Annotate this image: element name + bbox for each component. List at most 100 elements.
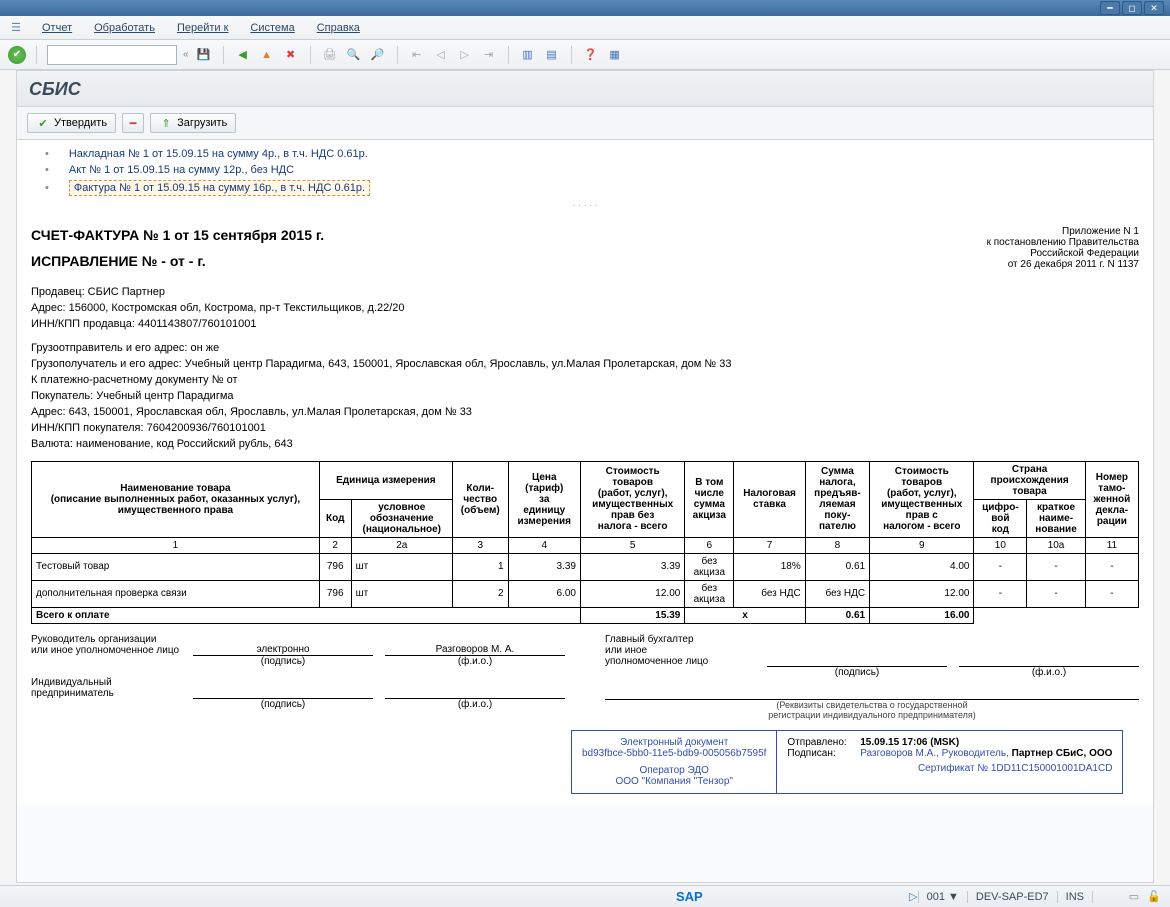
layout-icon[interactable]: ▦ [606,46,624,64]
misc-block: Грузоотправитель и его адрес: он же Груз… [31,341,1139,453]
ip-fio [385,687,565,699]
next-page-icon[interactable]: ▷ [456,46,474,64]
status-icon1[interactable]: ▭ [1126,889,1142,905]
panel-title: СБИС [17,71,1153,107]
edoc-line: Электронный документ [582,737,766,748]
command-field[interactable] [47,45,177,65]
remove-button[interactable]: ━ [122,113,144,133]
find-next-icon[interactable]: 🔎 [369,46,387,64]
menu-system[interactable]: Система [246,20,298,36]
window-titlebar: ━ ◻ ✕ [0,0,1170,16]
back-icon[interactable]: ◀ [234,46,252,64]
caption: (подпись) [193,656,373,667]
close-button[interactable]: ✕ [1144,1,1164,15]
col-decl: Номер тамо- женной декла- рации [1085,461,1138,537]
print-icon[interactable]: 🖨 [321,46,339,64]
minus-icon: ━ [130,116,137,130]
arrow-icon[interactable]: ▷ [909,890,917,903]
separator [571,46,572,64]
last-page-icon[interactable]: ⇥ [480,46,498,64]
list-item[interactable]: •Накладная № 1 от 15.09.15 на сумму 4р.,… [45,146,1125,162]
status-mode: INS [1057,891,1092,903]
table-row: Тестовый товар796шт13.393.39без акциза18… [32,553,1139,580]
doc-link[interactable]: Акт № 1 от 15.09.15 на сумму 12р., без Н… [69,164,294,176]
edoc-info: Электронный документ bd93fbce-5bb0-11e5-… [571,730,1139,794]
seller-line: Продавец: СБИС Партнер [31,285,1139,301]
maximize-button[interactable]: ◻ [1122,1,1142,15]
save-icon[interactable]: 💾 [195,46,213,64]
edoc-right: Отправлено: 15.09.15 17:06 (MSK) Подписа… [776,730,1123,794]
upload-icon: ⇑ [159,116,173,130]
ip-requisites [605,688,1139,700]
menu-goto[interactable]: Перейти к [173,20,232,36]
menu-process[interactable]: Обработать [90,20,159,36]
upload-button[interactable]: ⇑ Загрузить [150,113,236,133]
misc-line: Адрес: 643, 150001, Ярославская обл, Яро… [31,405,1139,421]
sent-label: Отправлено: [787,737,857,748]
col-origin-name: краткое наиме- нование [1027,499,1086,537]
misc-line: Покупатель: Учебный центр Парадигма [31,389,1139,405]
first-page-icon[interactable]: ⇤ [408,46,426,64]
window2-icon[interactable]: ▤ [543,46,561,64]
annex-line: от 26 декабря 2011 г. N 1137 [987,259,1139,270]
up-icon[interactable]: ▲ [258,46,276,64]
acc-signature [767,655,947,667]
seller-line: ИНН/КПП продавца: 4401143807/760101001 [31,317,1139,333]
separator [508,46,509,64]
doc-link[interactable]: Накладная № 1 от 15.09.15 на сумму 4р., … [69,148,368,160]
invoice-annex: Приложение N 1 к постановлению Правитель… [987,226,1139,270]
status-system: DEV-SAP-ED7 [967,891,1057,903]
minimize-button[interactable]: ━ [1100,1,1120,15]
content-area: СБИС ✔ Утвердить ━ ⇑ Загрузить • Накладна… [16,70,1154,883]
cancel-icon[interactable]: ✖ [282,46,300,64]
list-item[interactable]: • Акт № 1 от 15.09.15 на сумму 12р., без … [45,162,1125,178]
document-list: • Накладная № 1 от 15.09.15 на сумму 4р.,… [17,140,1153,216]
separator [36,46,37,64]
status-icon2[interactable]: 🔓 [1146,889,1162,905]
sap-logo: SAP [676,889,703,904]
check-icon: ✔ [36,116,50,130]
ip-signature [193,687,373,699]
separator [397,46,398,64]
accept-icon[interactable]: ✔ [8,46,26,64]
prev-page-icon[interactable]: ◁ [432,46,450,64]
table-row: дополнительная проверка связи796шт26.001… [32,580,1139,607]
col-taxrate: Налоговая ставка [734,461,805,537]
menu-help[interactable]: Справка [313,20,364,36]
col-cost-notax: Стоимость товаров (работ, услуг), имущес… [580,461,684,537]
status-empty [1092,891,1122,903]
find-icon[interactable]: 🔍 [345,46,363,64]
items-table: Наименование товара (описание выполненны… [31,461,1139,624]
window1-icon[interactable]: ▥ [519,46,537,64]
bullet-icon: • [45,164,49,176]
doc-link-active[interactable]: Фактура № 1 от 15.09.15 на сумму 16р., в… [69,180,370,196]
colnum-row: 122а34567891010а11 [32,537,1139,553]
col-unit: Единица измерения [319,461,452,499]
acc-fio [959,655,1139,667]
invoice-number-line: СЧЕТ-ФАКТУРА № 1 от 15 сентября 2015 г. [31,226,324,246]
status-bar: SAP ▷ 001 ▼ DEV-SAP-ED7 INS ▭ 🔓 [0,885,1170,907]
signature-block: Руководитель организации или иное уполно… [31,634,1139,720]
sent-value: 15.09.15 17:06 (MSK) [860,737,959,748]
splitter-handle[interactable]: · · · · · [45,198,1125,210]
list-item[interactable]: •Фактура № 1 от 15.09.15 на сумму 16р., … [45,178,1125,198]
caption: (ф.и.о.) [959,667,1139,678]
separator [223,46,224,64]
help-icon[interactable]: ❓ [582,46,600,64]
misc-line: Грузополучатель и его адрес: Учебный цен… [31,357,1139,373]
signed-value: Разговоров М.А., Руководитель, Партнер С… [860,748,1112,759]
head-signature: электронно [193,644,373,656]
menu-toggle-icon[interactable]: ☰ [8,20,24,36]
menu-report[interactable]: Отчет [38,20,76,36]
edoc-line: ООО "Компания "Тензор" [582,776,766,787]
app-toolbar: ✔ Утвердить ━ ⇑ Загрузить [17,107,1153,140]
edoc-line: Оператор ЭДО [582,765,766,776]
col-origin-code: цифро- вой код [974,499,1027,537]
col-price: Цена (тариф) за единицу измерения [508,461,580,537]
chevron-left-icon[interactable]: « [183,49,189,60]
seller-line: Адрес: 156000, Костромская обл, Кострома… [31,301,1139,317]
seller-block: Продавец: СБИС Партнер Адрес: 156000, Ко… [31,285,1139,333]
caption: (подпись) [193,699,373,710]
status-client: 001 ▼ [918,891,967,903]
approve-button[interactable]: ✔ Утвердить [27,113,116,133]
